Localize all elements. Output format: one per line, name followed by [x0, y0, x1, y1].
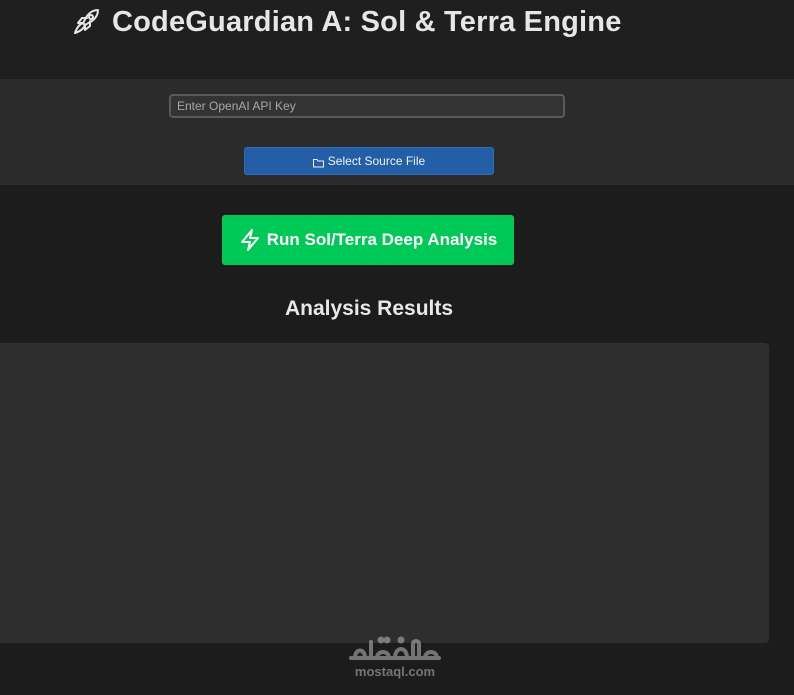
- header-bar: CodeGuardian A: Sol & Terra Engine: [0, 0, 794, 79]
- lightning-bolt-icon: [239, 228, 261, 252]
- run-analysis-button[interactable]: Run Sol/Terra Deep Analysis: [222, 215, 514, 265]
- page-title: CodeGuardian A: Sol & Terra Engine: [112, 5, 622, 38]
- folder-icon: [312, 157, 324, 168]
- select-source-file-button[interactable]: Select Source File: [244, 147, 494, 175]
- api-key-input[interactable]: [169, 94, 565, 118]
- results-heading: Analysis Results: [284, 297, 454, 320]
- mostaql-logo: [349, 636, 441, 660]
- run-analysis-label: Run Sol/Terra Deep Analysis: [266, 230, 498, 249]
- watermark: mostaql.com: [340, 632, 450, 682]
- watermark-text: mostaql.com: [354, 664, 436, 679]
- rocket-icon: [70, 6, 102, 38]
- select-source-file-label: Select Source File: [327, 154, 426, 168]
- title-group: CodeGuardian A: Sol & Terra Engine: [70, 4, 622, 40]
- app-window: CodeGuardian A: Sol & Terra Engine Selec…: [0, 0, 794, 695]
- results-output-panel[interactable]: [0, 343, 769, 643]
